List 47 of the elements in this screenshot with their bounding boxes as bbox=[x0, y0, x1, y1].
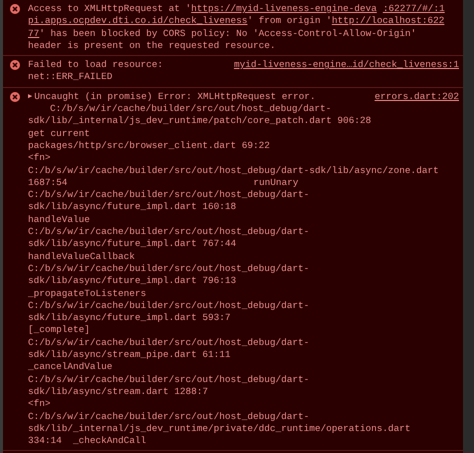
source-link[interactable]: myid-liveness-engine…id/check_liveness:1 bbox=[234, 59, 459, 72]
message-text: pi.apps.ocpdev.dti.co.id/check_liveness' from origin 'http://localhost:622 bbox=[28, 15, 445, 28]
stack-line: sdk/lib/_internal/js_dev_runtime/private/ddc_runtime/operations.dart bbox=[28, 422, 411, 436]
stack-line: sdk/lib/async/future_impl.dart 160:18 bbox=[28, 201, 236, 214]
stack-line: sdk/lib/_internal/js_dev_runtime/patch/core_patch.dart 906:28 bbox=[28, 115, 372, 128]
stack-line: C:/b/s/w/ir/cache/builder/src/out/host_debug/dart- bbox=[28, 336, 310, 350]
stack-line: <fn> bbox=[28, 398, 51, 410]
stack-line: [_complete] bbox=[28, 324, 90, 337]
message-text: Failed to load resource: bbox=[28, 59, 164, 72]
scrollbar[interactable] bbox=[463, 0, 474, 453]
stack-line: 334:14 _checkAndCall bbox=[28, 435, 146, 448]
stack-line: _cancelAndValue bbox=[28, 361, 112, 374]
stack-line: C:/b/s/w/ir/cache/builder/src/out/host_debug/dart- bbox=[28, 226, 310, 238]
stack-line: C:/b/s/w/ir/cache/builder/src/out/host_debug/dart- bbox=[28, 410, 310, 423]
stack-line: handleValueCallback bbox=[28, 250, 135, 263]
function-name: runUnary bbox=[253, 176, 298, 190]
message-text: Access to XMLHttpRequest at 'https://myid-liveness-engine-deva :62277/#/:1 bbox=[28, 3, 445, 16]
message-text: header is present on the requested resource. bbox=[28, 40, 277, 52]
error-icon bbox=[10, 92, 20, 102]
message-text: Uncaught (in promise) Error: XMLHttpRequest error. bbox=[34, 90, 316, 104]
message-text: net::ERR_FAILED bbox=[28, 71, 114, 84]
stack-line: C:/b/s/w/ir/cache/builder/src/out/host_debug/dart- bbox=[28, 189, 310, 202]
error-icon bbox=[10, 4, 20, 14]
stack-line: C:/b/s/w/ir/cache/builder/src/out/host_debug/dart- bbox=[50, 103, 332, 116]
stack-line: sdk/lib/async/stream.dart 1288:7 bbox=[28, 386, 208, 398]
stack-line: <fn> bbox=[28, 152, 51, 165]
link[interactable]: 77 bbox=[28, 28, 40, 39]
link[interactable]: http://localhost:622 bbox=[332, 15, 444, 26]
stack-line: _propagateToListeners bbox=[28, 288, 146, 300]
error-icon bbox=[10, 60, 20, 70]
stack-line: C:/b/s/w/ir/cache/builder/src/out/host_debug/dart- bbox=[28, 374, 310, 386]
stack-line: 1687:54 bbox=[28, 176, 68, 190]
stack-line: get current bbox=[28, 128, 90, 140]
stack-line: C:/b/s/w/ir/cache/builder/src/out/host_debug/dart- bbox=[28, 300, 310, 312]
stack-line: sdk/lib/async/future_impl.dart 593:7 bbox=[28, 312, 231, 324]
stack-line: handleValue bbox=[28, 214, 90, 226]
link[interactable]: https://myid-liveness-engine-deva bbox=[191, 3, 377, 14]
message-text: 77' has been blocked by CORS policy: No 'Access-Control-Allow-Origin' bbox=[28, 28, 418, 40]
stack-line: sdk/lib/async/future_impl.dart 767:44 bbox=[28, 238, 236, 251]
link[interactable]: pi.apps.ocpdev.dti.co.id/check_liveness bbox=[28, 15, 248, 26]
stack-line: C:/b/s/w/ir/cache/builder/src/out/host_debug/dart-sdk/lib/async/zone.dart bbox=[28, 164, 439, 177]
stack-line: sdk/lib/async/stream_pipe.dart 61:11 bbox=[28, 349, 231, 362]
stack-line: C:/b/s/w/ir/cache/builder/src/out/host_debug/dart- bbox=[28, 262, 310, 276]
stack-line: sdk/lib/async/future_impl.dart 796:13 bbox=[28, 275, 236, 288]
source-link[interactable]: errors.dart:202 bbox=[374, 90, 459, 104]
link[interactable]: :62277/#/:1 bbox=[382, 3, 445, 14]
stack-line: packages/http/src/browser_client.dart 69:22 bbox=[28, 140, 270, 152]
